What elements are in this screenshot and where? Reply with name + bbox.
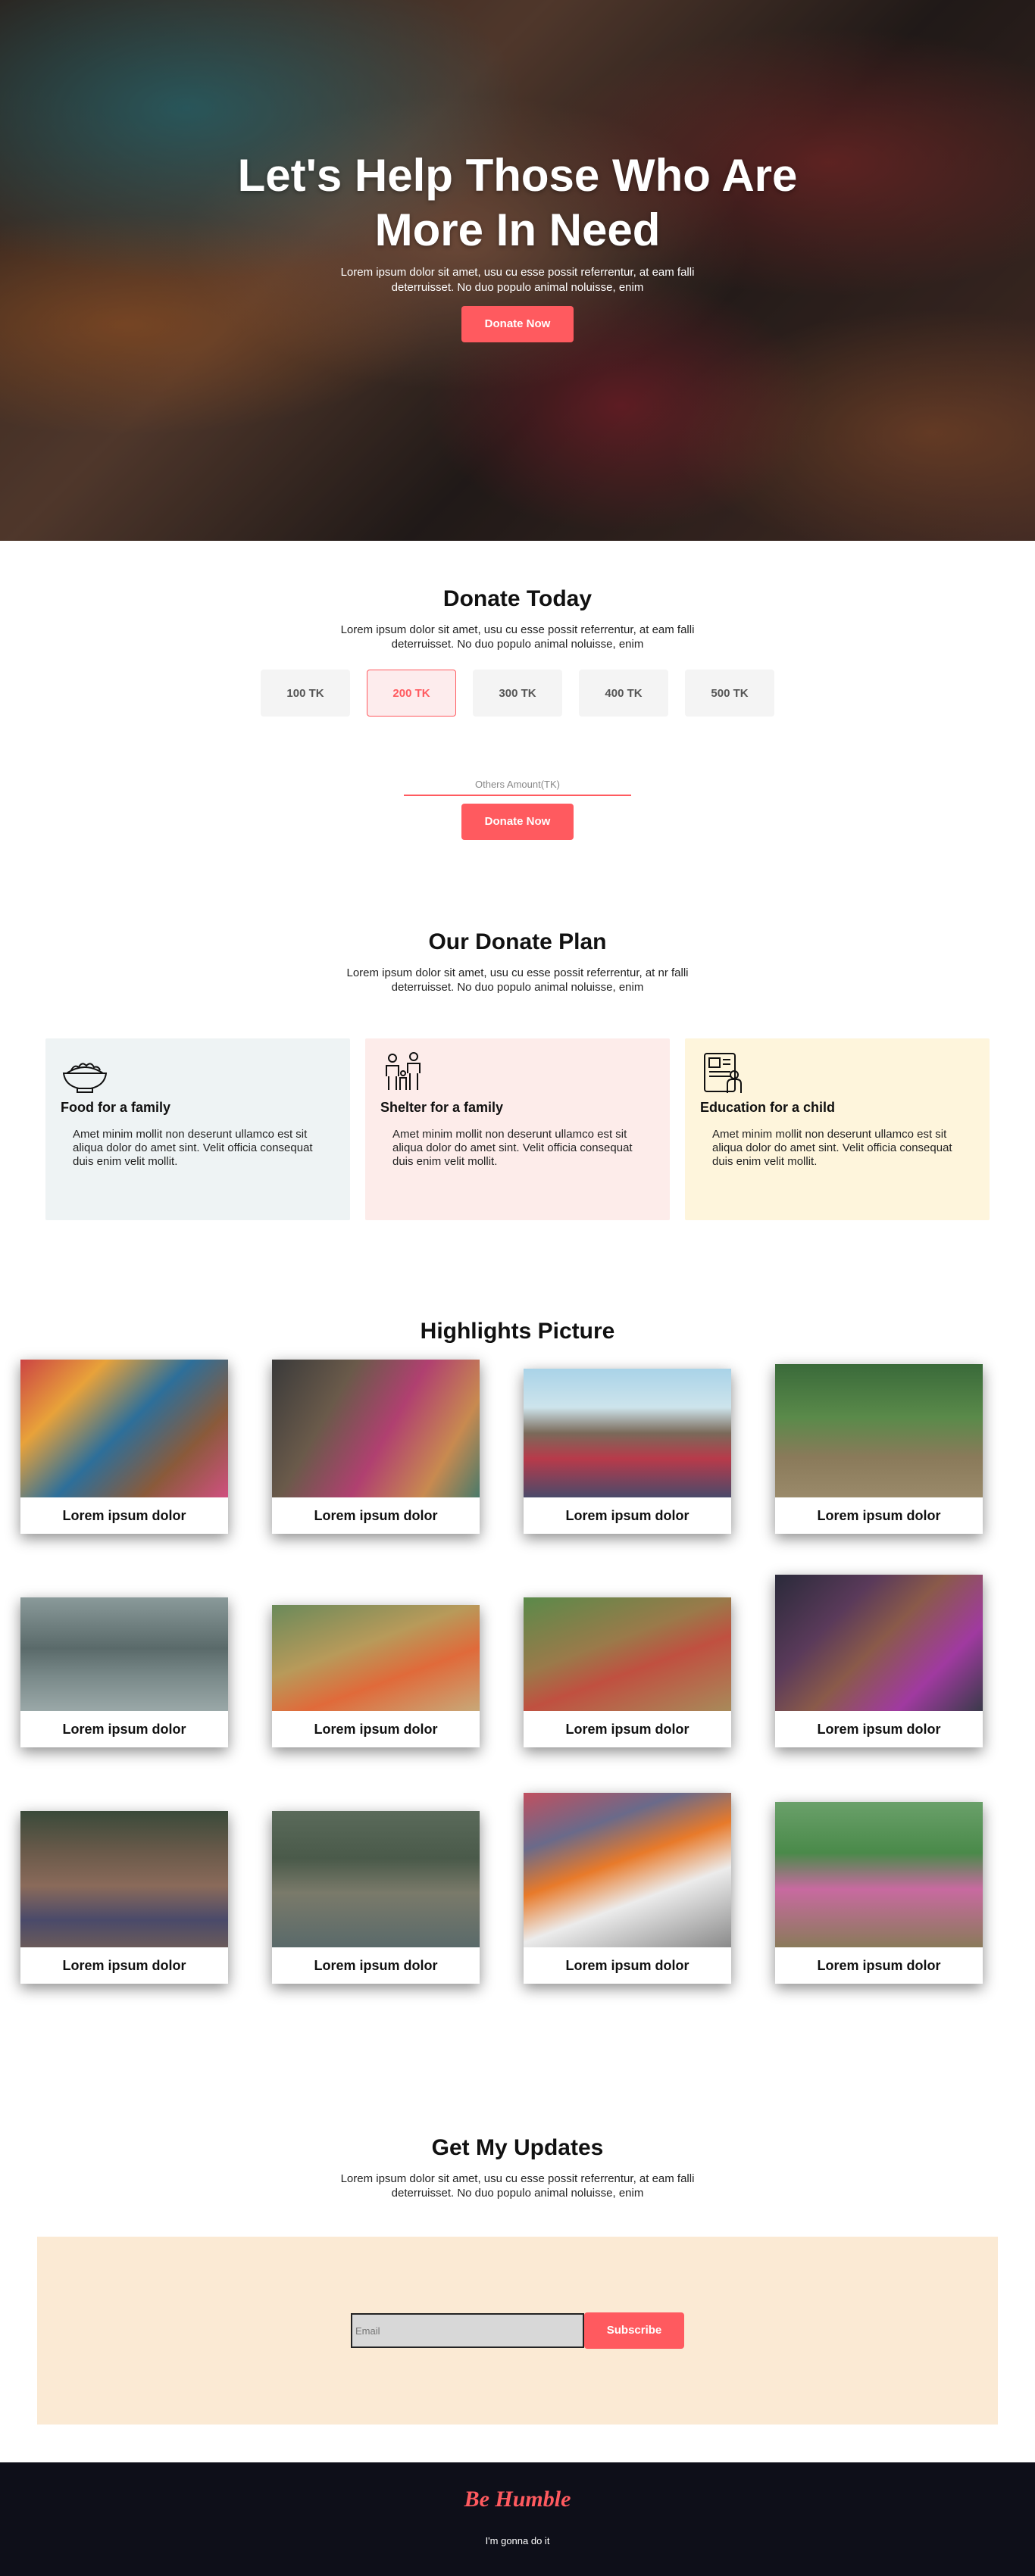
plan-subtitle: Lorem ipsum dolor sit amet, usu cu esse … (346, 966, 689, 994)
hero-title: Let's Help Those Who Are More In Need (237, 150, 798, 255)
highlight-caption: Lorem ipsum dolor (524, 1947, 731, 1984)
highlight-photo (524, 1793, 731, 1947)
highlight-photo (20, 1360, 228, 1497)
hero-donate-button[interactable]: Donate Now (461, 306, 574, 342)
plan-card-title: Shelter for a family (380, 1100, 504, 1115)
hero-content: Let's Help Those Who Are More In Need Lo… (0, 148, 1035, 342)
amount-option[interactable]: 400 TK (579, 670, 668, 717)
subscribe-box: Subscribe (37, 2237, 998, 2425)
highlight-card[interactable]: Lorem ipsum dolor (524, 1793, 731, 1984)
plan-card-title: Education for a child (700, 1100, 836, 1115)
highlight-card[interactable]: Lorem ipsum dolor (20, 1360, 228, 1534)
highlight-caption: Lorem ipsum dolor (272, 1497, 480, 1534)
plan-card-text: Amet minim mollit non deserunt ullamco e… (712, 1128, 952, 1168)
hero-section: Let's Help Those Who Are More In Need Lo… (0, 0, 1035, 541)
plan-card-title: Food for a family (61, 1100, 171, 1115)
highlight-card[interactable]: Lorem ipsum dolor (524, 1597, 731, 1747)
family-icon (386, 1052, 421, 1090)
plan-title: Our Donate Plan (428, 929, 607, 954)
highlight-card[interactable]: Lorem ipsum dolor (20, 1811, 228, 1984)
highlight-caption: Lorem ipsum dolor (272, 1711, 480, 1747)
plan-card-shelter[interactable]: Shelter for a family Amet minim mollit n… (365, 1038, 670, 1220)
highlight-photo (524, 1597, 731, 1711)
highlight-caption: Lorem ipsum dolor (524, 1497, 731, 1534)
plan-card-education[interactable]: Education for a child Amet minim mollit … (685, 1038, 990, 1220)
highlight-card[interactable]: Lorem ipsum dolor (524, 1369, 731, 1534)
highlight-photo (272, 1811, 480, 1947)
highlight-photo (20, 1597, 228, 1711)
amount-option[interactable]: 300 TK (473, 670, 562, 717)
donate-subtitle: Lorem ipsum dolor sit amet, usu cu esse … (340, 623, 695, 651)
rice-bowl-icon (62, 1063, 108, 1093)
highlight-caption: Lorem ipsum dolor (20, 1947, 228, 1984)
amount-options: 100 TK 200 TK 300 TK 400 TK 500 TK (0, 670, 1035, 717)
plan-section: Our Donate Plan Lorem ipsum dolor sit am… (0, 840, 1035, 1220)
updates-section: Get My Updates Lorem ipsum dolor sit ame… (0, 2072, 1035, 2425)
amount-option[interactable]: 100 TK (261, 670, 350, 717)
footer-tagline: I'm gonna do it (485, 2535, 550, 2546)
highlight-photo (524, 1369, 731, 1497)
highlight-caption: Lorem ipsum dolor (272, 1947, 480, 1984)
highlight-caption: Lorem ipsum dolor (775, 1497, 983, 1534)
highlights-title: Highlights Picture (420, 1319, 615, 1344)
highlight-caption: Lorem ipsum dolor (20, 1497, 228, 1534)
other-amount-input[interactable]: Others Amount(TK) (404, 779, 631, 796)
amount-option-selected[interactable]: 200 TK (367, 670, 456, 717)
highlight-card[interactable]: Lorem ipsum dolor (775, 1364, 983, 1534)
plan-card-text: Amet minim mollit non deserunt ullamco e… (392, 1128, 633, 1168)
highlight-card[interactable]: Lorem ipsum dolor (272, 1360, 480, 1534)
highlight-photo (775, 1802, 983, 1947)
highlight-card[interactable]: Lorem ipsum dolor (775, 1575, 983, 1747)
donate-section: Donate Today Lorem ipsum dolor sit amet,… (0, 541, 1035, 840)
highlight-photo (775, 1575, 983, 1711)
highlight-card[interactable]: Lorem ipsum dolor (20, 1597, 228, 1747)
updates-title: Get My Updates (431, 2135, 604, 2160)
highlights-section: Highlights Picture Lorem ipsum dolor Lor… (0, 1220, 1035, 2072)
plan-card-food[interactable]: Food for a family Amet minim mollit non … (45, 1038, 350, 1220)
donate-title: Donate Today (442, 586, 593, 611)
highlight-photo (272, 1605, 480, 1711)
highlight-card[interactable]: Lorem ipsum dolor (775, 1802, 983, 1984)
highlight-photo (20, 1811, 228, 1947)
updates-subtitle: Lorem ipsum dolor sit amet, usu cu esse … (340, 2172, 695, 2200)
highlights-grid: Lorem ipsum dolor Lorem ipsum dolor Lore… (0, 1360, 1035, 2072)
highlight-card[interactable]: Lorem ipsum dolor (272, 1605, 480, 1747)
email-input[interactable] (351, 2313, 584, 2348)
footer: Be Humble I'm gonna do it (0, 2462, 1035, 2576)
hero-subtitle: Lorem ipsum dolor sit amet, usu cu esse … (340, 266, 695, 294)
highlight-caption: Lorem ipsum dolor (775, 1711, 983, 1747)
highlight-photo (775, 1364, 983, 1497)
highlight-caption: Lorem ipsum dolor (20, 1711, 228, 1747)
subscribe-button[interactable]: Subscribe (584, 2312, 684, 2349)
highlight-photo (272, 1360, 480, 1497)
tablet-study-icon (704, 1053, 742, 1093)
highlight-caption: Lorem ipsum dolor (524, 1711, 731, 1747)
plan-card-text: Amet minim mollit non deserunt ullamco e… (73, 1128, 313, 1168)
highlight-card[interactable]: Lorem ipsum dolor (272, 1811, 480, 1984)
donate-now-button[interactable]: Donate Now (461, 804, 574, 840)
footer-brand: Be Humble (464, 2487, 571, 2512)
amount-option[interactable]: 500 TK (685, 670, 774, 717)
highlight-caption: Lorem ipsum dolor (775, 1947, 983, 1984)
plan-cards: Food for a family Amet minim mollit non … (0, 1038, 1035, 1220)
